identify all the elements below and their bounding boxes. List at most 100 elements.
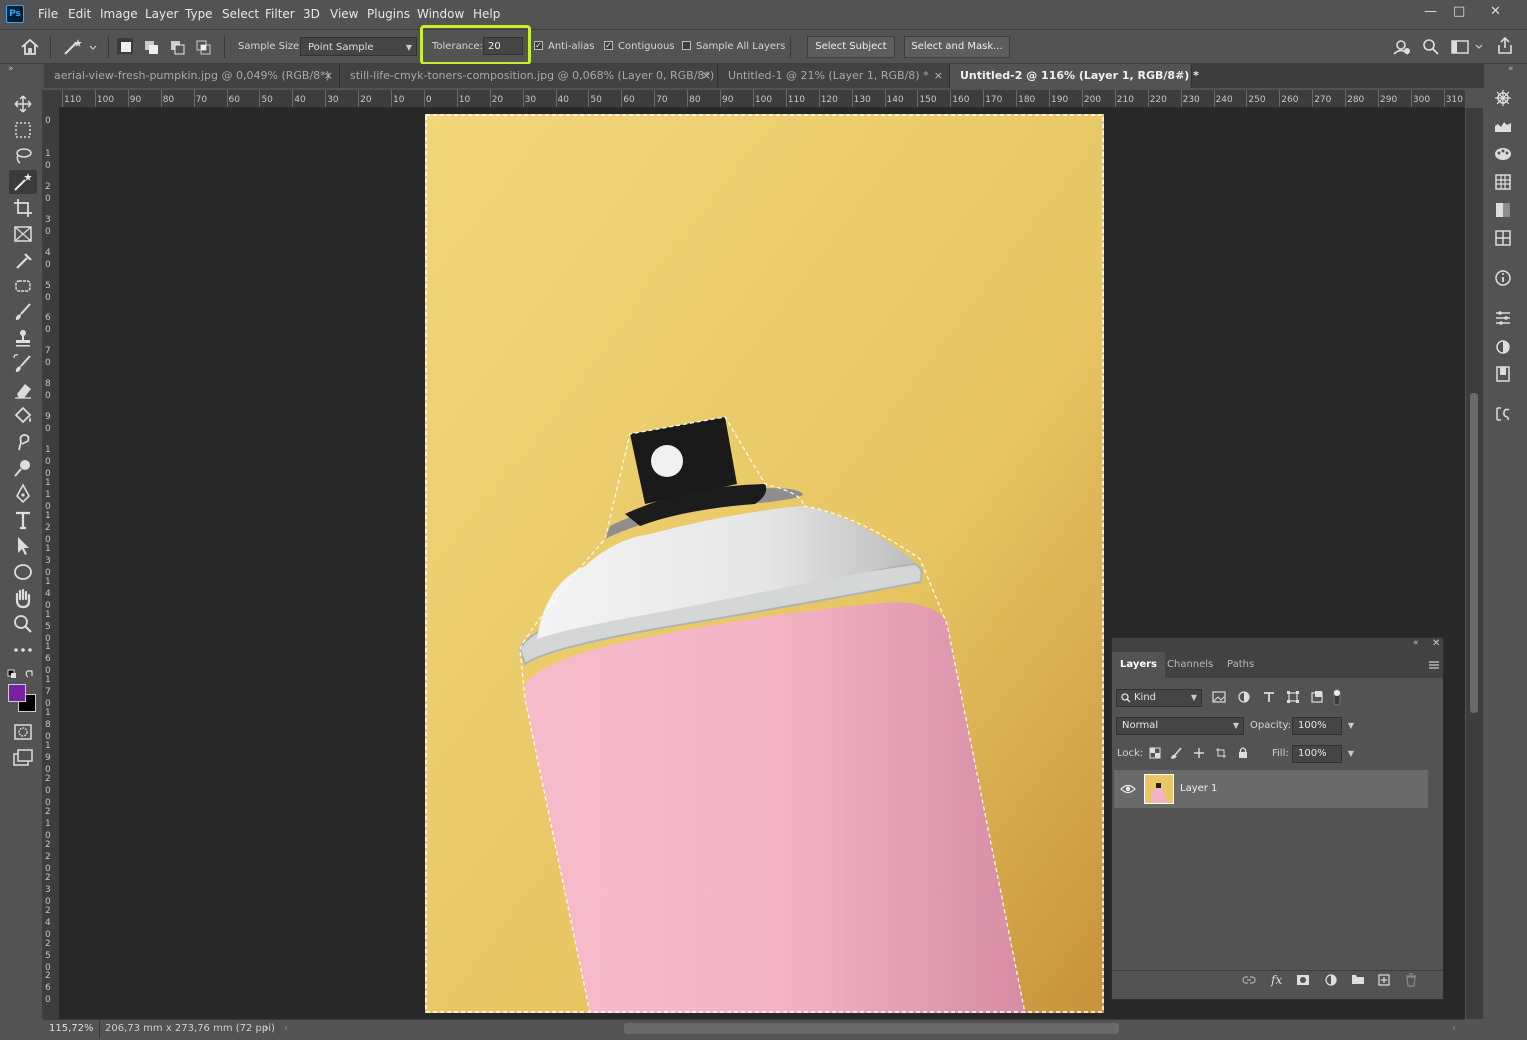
pixel-layer-filter-icon[interactable] (1212, 690, 1226, 704)
info-icon[interactable] (1492, 268, 1514, 288)
collapse-panels-icon[interactable]: « (1508, 64, 1514, 74)
scroll-right-icon[interactable]: › (1452, 1023, 1456, 1034)
properties-icon[interactable] (1492, 308, 1514, 328)
frame-tool-icon[interactable] (9, 222, 37, 246)
close-window-button[interactable]: ✕ (1490, 4, 1501, 19)
intersect-selection-icon[interactable] (195, 39, 211, 55)
pen-tool-icon[interactable] (9, 482, 37, 506)
search-icon[interactable] (1422, 38, 1440, 56)
more-tools-icon[interactable] (9, 638, 37, 662)
menu-plugins[interactable]: Plugins (367, 7, 410, 21)
scrollbar-thumb[interactable] (1470, 393, 1478, 713)
eraser-tool-icon[interactable] (9, 378, 37, 402)
menu-type[interactable]: Type (185, 7, 213, 21)
gradients-icon[interactable] (1492, 200, 1514, 220)
hand-tool-icon[interactable] (9, 586, 37, 610)
tab-document[interactable]: aerial-view-fresh-pumpkin.jpg @ 0,049% (… (44, 64, 340, 88)
tab-document-active[interactable]: Untitled-2 @ 116% (Layer 1, RGB/8#) * × (950, 64, 1199, 88)
filter-toggle-icon[interactable] (1332, 688, 1342, 706)
lock-image-pixels-icon[interactable] (1171, 747, 1183, 759)
share-icon[interactable] (1496, 36, 1514, 56)
blend-mode-dropdown[interactable]: Normal ▼ (1116, 717, 1244, 735)
menu-3d[interactable]: 3D (303, 7, 320, 21)
status-menu-arrow-icon[interactable]: › (264, 1023, 268, 1034)
paint-bucket-tool-icon[interactable] (9, 404, 37, 428)
close-tab-icon[interactable]: × (1176, 64, 1185, 88)
adjustments-icon[interactable] (1492, 337, 1514, 357)
collapse-panel-icon[interactable]: « (1413, 638, 1419, 648)
navigator-icon[interactable] (1492, 88, 1514, 108)
magic-wand-tool-icon[interactable] (9, 170, 37, 194)
tab-document[interactable]: still-life-cmyk-toners-composition.jpg @… (340, 64, 723, 88)
clone-stamp-tool-icon[interactable] (9, 326, 37, 350)
quick-mask-icon[interactable] (9, 720, 37, 744)
magic-wand-preset-icon[interactable] (62, 37, 98, 57)
fill-field[interactable]: 100% ▼ (1292, 745, 1354, 763)
layer-style-fx-icon[interactable]: fx (1270, 972, 1284, 988)
add-mask-icon[interactable] (1296, 974, 1310, 986)
lock-transparent-pixels-icon[interactable] (1149, 747, 1161, 759)
history-brush-tool-icon[interactable] (9, 352, 37, 376)
close-tab-icon[interactable]: × (934, 64, 943, 88)
close-tab-icon[interactable]: × (702, 64, 711, 88)
scroll-left-icon[interactable]: ‹ (284, 1023, 288, 1034)
tab-layers[interactable]: Layers (1112, 652, 1165, 678)
ellipse-tool-icon[interactable] (9, 560, 37, 584)
select-and-mask-button[interactable]: Select and Mask... (904, 36, 1010, 58)
new-adjustment-layer-icon[interactable] (1324, 973, 1338, 987)
path-selection-tool-icon[interactable] (9, 534, 37, 558)
tab-channels[interactable]: Channels (1159, 652, 1221, 678)
type-layer-filter-icon[interactable] (1262, 690, 1276, 704)
zoom-tool-icon[interactable] (9, 612, 37, 636)
lock-artboard-icon[interactable] (1215, 747, 1227, 759)
link-layers-icon[interactable] (1242, 974, 1256, 986)
minimize-button[interactable]: — (1424, 4, 1437, 19)
new-layer-icon[interactable] (1377, 973, 1391, 987)
chevron-down-icon[interactable]: ▼ (1348, 718, 1354, 734)
layer-row[interactable]: Layer 1 (1114, 770, 1428, 808)
healing-brush-tool-icon[interactable] (9, 274, 37, 298)
eyedropper-tool-icon[interactable] (9, 248, 37, 272)
lock-all-icon[interactable] (1237, 746, 1249, 759)
subtract-from-selection-icon[interactable] (169, 39, 185, 55)
adjustment-layer-filter-icon[interactable] (1237, 690, 1251, 704)
close-panel-icon[interactable]: ✕ (1432, 638, 1440, 649)
marquee-tool-icon[interactable] (9, 118, 37, 142)
menu-layer[interactable]: Layer (145, 7, 178, 21)
smudge-tool-icon[interactable] (9, 430, 37, 454)
swap-colors-icon[interactable] (7, 668, 37, 680)
history-icon[interactable] (1492, 404, 1514, 424)
menu-filter[interactable]: Filter (265, 7, 295, 21)
menu-select[interactable]: Select (222, 7, 259, 21)
move-tool-icon[interactable] (9, 92, 37, 116)
lasso-tool-icon[interactable] (9, 144, 37, 168)
lock-position-icon[interactable] (1193, 747, 1205, 759)
menu-window[interactable]: Window (417, 7, 464, 21)
select-subject-button[interactable]: Select Subject (807, 36, 895, 58)
menu-view[interactable]: View (330, 7, 358, 21)
patterns-icon[interactable] (1492, 228, 1514, 248)
horizontal-scrollbar-thumb[interactable] (624, 1023, 1119, 1034)
sample-all-layers-checkbox[interactable] (682, 41, 691, 50)
foreground-color-swatch[interactable] (8, 684, 26, 702)
brush-tool-icon[interactable] (9, 300, 37, 324)
document-canvas[interactable] (425, 114, 1104, 1013)
delete-layer-icon[interactable] (1404, 973, 1418, 987)
close-tab-icon[interactable]: × (324, 64, 333, 88)
new-selection-icon[interactable] (117, 38, 133, 54)
menu-image[interactable]: Image (100, 7, 138, 21)
layer-kind-filter[interactable]: Kind ▼ (1116, 689, 1202, 707)
opacity-field[interactable]: 100% ▼ (1292, 717, 1354, 735)
sample-size-dropdown[interactable]: Point Sample ▼ (300, 37, 417, 56)
shape-layer-filter-icon[interactable] (1286, 690, 1300, 704)
type-tool-icon[interactable] (9, 508, 37, 532)
dodge-tool-icon[interactable] (9, 456, 37, 480)
contiguous-checkbox[interactable]: ✓ (604, 41, 613, 50)
home-icon[interactable] (20, 38, 40, 56)
zoom-level[interactable]: 115,72% (49, 1023, 94, 1034)
screen-mode-icon[interactable] (9, 746, 37, 770)
tab-document[interactable]: Untitled-1 @ 21% (Layer 1, RGB/8) * × (718, 64, 950, 88)
smart-object-filter-icon[interactable] (1310, 690, 1324, 704)
menu-file[interactable]: File (38, 7, 58, 21)
libraries-icon[interactable] (1492, 364, 1514, 384)
